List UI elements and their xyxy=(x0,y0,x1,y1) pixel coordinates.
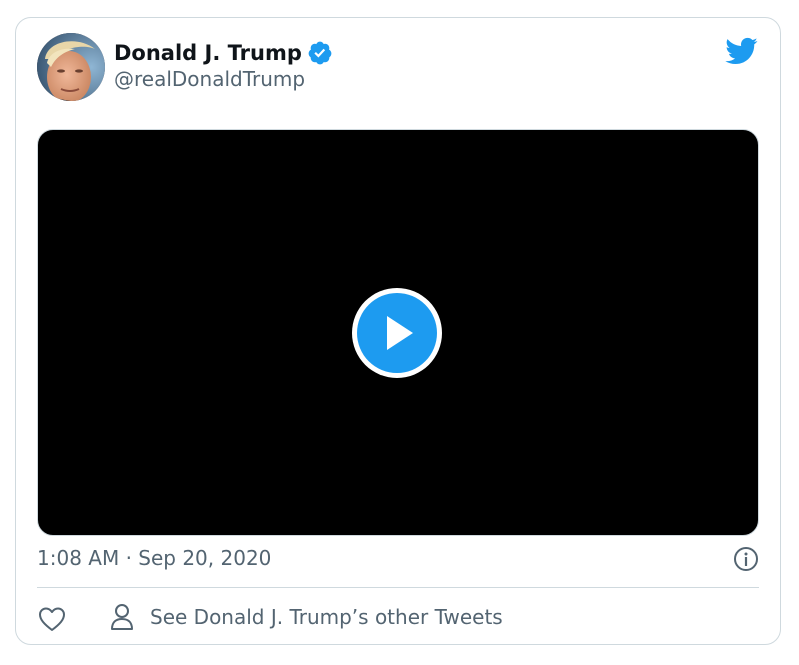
tweet-card: Donald J. Trump @realDonaldTrump 1:08 AM… xyxy=(15,17,781,645)
twitter-bird-icon[interactable] xyxy=(724,36,758,66)
tweet-timestamp[interactable]: 1:08 AM · Sep 20, 2020 xyxy=(37,546,271,570)
see-other-tweets-label: See Donald J. Trump’s other Tweets xyxy=(150,605,503,629)
author-row: Donald J. Trump xyxy=(114,38,333,68)
verified-badge-icon xyxy=(307,40,333,66)
divider xyxy=(37,587,759,588)
video-player[interactable] xyxy=(37,129,759,536)
person-icon xyxy=(110,603,134,631)
heart-icon[interactable] xyxy=(38,606,66,632)
info-icon[interactable] xyxy=(733,546,759,572)
see-other-tweets-link[interactable]: See Donald J. Trump’s other Tweets xyxy=(110,603,503,631)
author-name[interactable]: Donald J. Trump xyxy=(114,41,302,65)
author-handle[interactable]: @realDonaldTrump xyxy=(114,67,305,91)
avatar[interactable] xyxy=(37,33,105,101)
play-icon[interactable] xyxy=(350,286,444,380)
